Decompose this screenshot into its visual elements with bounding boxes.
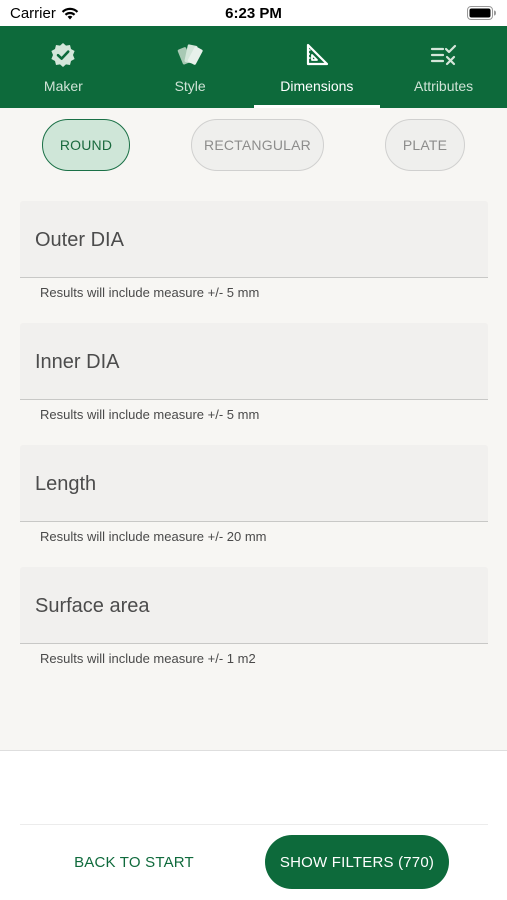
surface-area-label: Surface area — [35, 595, 150, 617]
outer-dia-label: Outer DIA — [35, 229, 124, 251]
verified-badge-icon — [51, 43, 75, 67]
length-label: Length — [35, 473, 97, 495]
length-hint: Results will include measure +/- 20 mm — [40, 529, 267, 544]
tab-dimensions-label: Dimensions — [280, 78, 354, 94]
tab-style[interactable]: Style — [127, 26, 254, 108]
tab-maker[interactable]: Maker — [0, 26, 127, 108]
length-field[interactable]: Length — [20, 445, 488, 522]
shape-plate-button[interactable]: PLATE — [385, 119, 465, 171]
surface-area-field[interactable]: Surface area — [20, 567, 488, 644]
carrier-label: Carrier — [10, 5, 56, 22]
inner-dia-field[interactable]: Inner DIA — [20, 323, 488, 400]
tab-bar: Maker Style Dimensions Attributes — [0, 26, 507, 108]
filter-list-icon — [430, 44, 456, 66]
battery-icon — [467, 6, 496, 20]
footer-divider — [20, 824, 488, 825]
swatches-icon — [177, 44, 203, 65]
outer-dia-field[interactable]: Outer DIA — [20, 201, 488, 278]
back-to-start-button[interactable]: BACK TO START — [62, 849, 206, 875]
shape-round-button[interactable]: ROUND — [42, 119, 130, 171]
surface-area-hint: Results will include measure +/- 1 m2 — [40, 651, 256, 666]
set-square-icon — [306, 43, 328, 66]
shape-rectangular-button[interactable]: RECTANGULAR — [191, 119, 324, 171]
show-filters-button[interactable]: SHOW FILTERS (770) — [265, 835, 449, 889]
tab-maker-label: Maker — [43, 78, 83, 94]
footer: BACK TO START SHOW FILTERS (770) — [0, 751, 507, 900]
tab-style-label: Style — [174, 78, 206, 94]
inner-dia-label: Inner DIA — [35, 351, 120, 373]
wifi-icon — [61, 7, 79, 20]
inner-dia-hint: Results will include measure +/- 5 mm — [40, 407, 260, 422]
status-bar: Carrier 6:23 PM — [0, 0, 507, 26]
outer-dia-hint: Results will include measure +/- 5 mm — [40, 285, 260, 300]
tab-attributes[interactable]: Attributes — [380, 26, 507, 108]
tab-dimensions[interactable]: Dimensions — [253, 26, 381, 108]
tab-attributes-label: Attributes — [414, 78, 474, 94]
